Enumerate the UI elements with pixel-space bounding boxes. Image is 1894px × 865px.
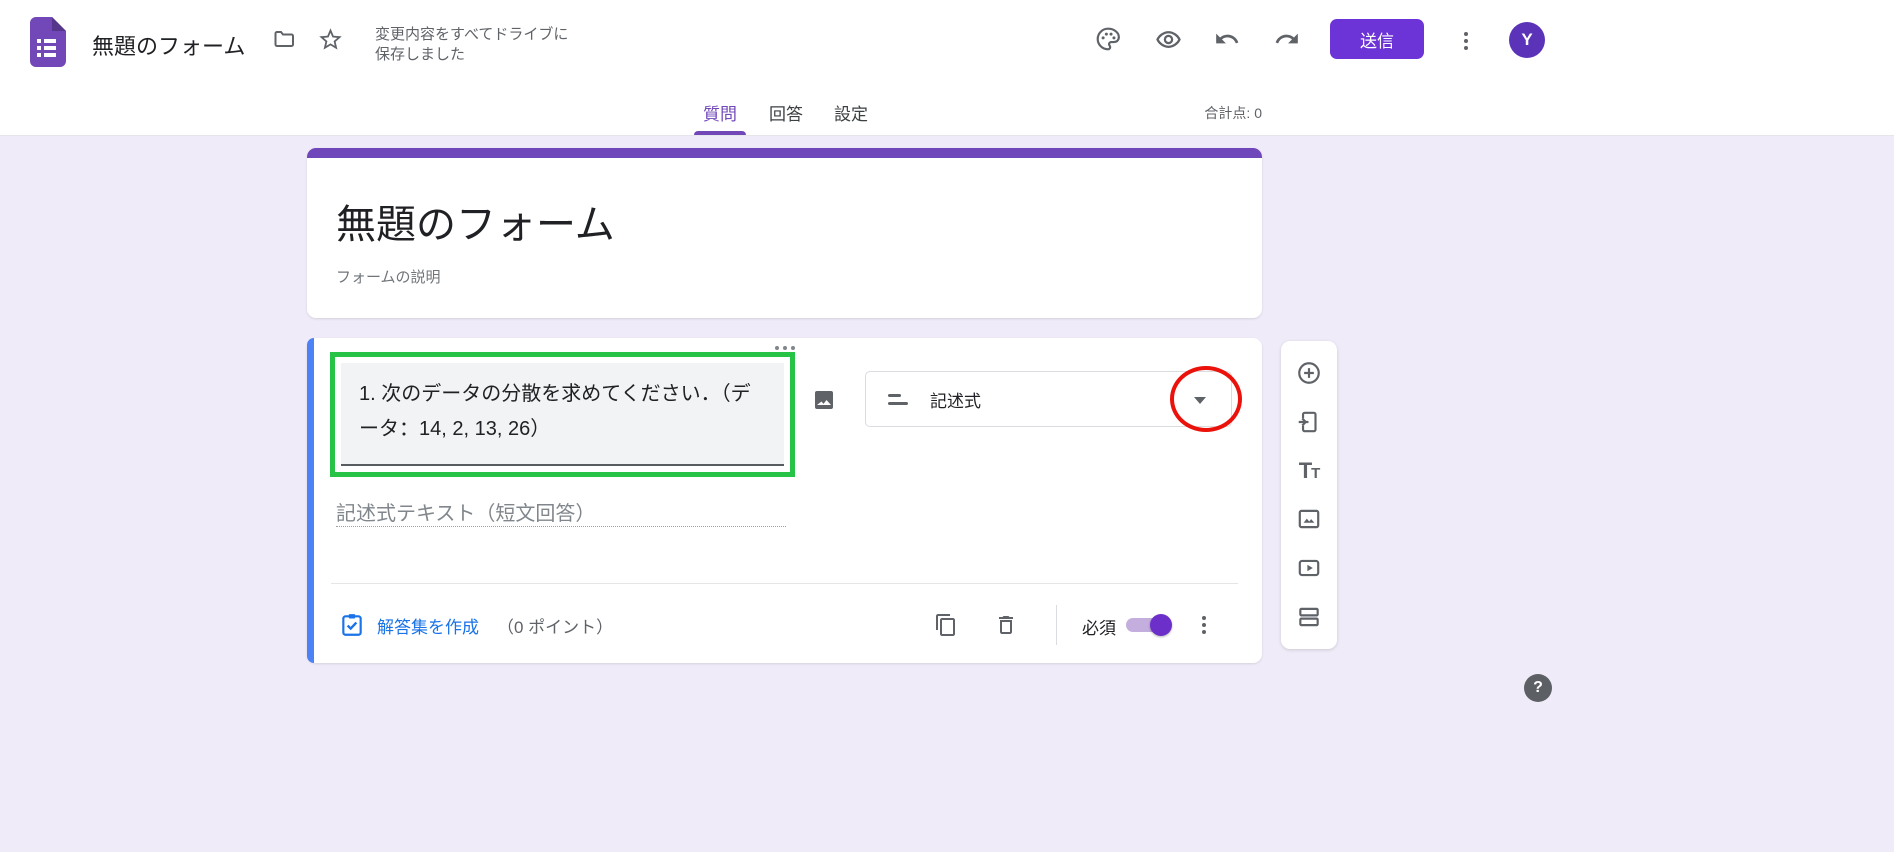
tab-questions[interactable]: 質問 <box>698 90 742 135</box>
answer-key-button[interactable] <box>335 608 369 642</box>
active-tab-underline <box>694 131 746 135</box>
card-divider <box>331 583 1238 584</box>
google-forms-editor: 無題のフォーム 変更内容をすべてドライブに 保存しました <box>0 0 1894 865</box>
green-annotation-box: 1. 次のデータの分散を求めてください．（デ ータ：14, 2, 13, 26） <box>330 352 795 477</box>
selected-question-indicator <box>307 338 314 663</box>
bottom-strip <box>0 852 1894 865</box>
duplicate-question-button[interactable] <box>927 606 965 644</box>
add-circle-icon <box>1296 360 1322 386</box>
preview-eye-icon <box>1155 26 1182 53</box>
redo-button[interactable] <box>1265 17 1309 61</box>
header: 無題のフォーム 変更内容をすべてドライブに 保存しました <box>0 0 1894 90</box>
theme-button[interactable] <box>1086 17 1130 61</box>
video-icon <box>1296 555 1322 581</box>
total-points: 合計点: 0 <box>1204 103 1262 123</box>
chevron-down-icon <box>1194 397 1206 404</box>
toggle-thumb <box>1150 614 1172 636</box>
answer-key-label[interactable]: 解答集を作成 <box>377 613 479 638</box>
forms-logo-icon[interactable] <box>26 17 66 67</box>
form-description-input[interactable]: フォームの説明 <box>336 266 441 287</box>
send-button[interactable]: 送信 <box>1330 19 1424 59</box>
required-toggle[interactable] <box>1125 612 1175 638</box>
tab-bar: 質問 回答 設定 合計点: 0 <box>0 90 1894 136</box>
form-title-input[interactable]: 無題のフォーム <box>336 192 615 250</box>
redo-icon <box>1274 26 1300 52</box>
question-type-dropdown[interactable]: 記述式 <box>865 371 1232 427</box>
question-title-line2: ータ：14, 2, 13, 26） <box>359 412 766 447</box>
image-icon <box>812 388 836 412</box>
image-icon <box>1296 506 1322 532</box>
question-title-line1: 1. 次のデータの分散を求めてください．（デ <box>359 377 766 412</box>
copy-icon <box>934 613 958 637</box>
drag-handle-icon[interactable] <box>307 346 1262 350</box>
short-answer-icon <box>888 391 912 409</box>
trash-icon <box>994 613 1018 637</box>
star-icon <box>317 26 344 53</box>
answer-underline <box>336 526 786 527</box>
account-avatar[interactable]: Y <box>1509 22 1545 58</box>
add-video-button[interactable] <box>1289 548 1329 588</box>
help-button[interactable]: ? <box>1524 674 1552 702</box>
document-title[interactable]: 無題のフォーム <box>92 0 245 90</box>
short-answer-placeholder[interactable]: 記述式テキスト（短文回答） <box>336 497 595 526</box>
points-label: （0 ポイント） <box>497 613 613 638</box>
form-title-card: 無題のフォーム フォームの説明 <box>307 148 1262 318</box>
title-text-icon: TT <box>1299 458 1320 484</box>
delete-question-button[interactable] <box>987 606 1025 644</box>
star-button[interactable] <box>308 17 352 61</box>
help-icon: ? <box>1533 679 1543 697</box>
question-card: 1. 次のデータの分散を求めてください．（デ ータ：14, 2, 13, 26）… <box>307 338 1262 663</box>
insert-toolbar: TT <box>1281 341 1337 649</box>
add-section-button[interactable] <box>1289 597 1329 637</box>
theme-color-bar <box>307 148 1262 158</box>
header-more-button[interactable] <box>1446 21 1486 61</box>
tab-settings[interactable]: 設定 <box>829 90 873 135</box>
add-image-button[interactable] <box>1289 499 1329 539</box>
question-type-label: 記述式 <box>930 372 981 426</box>
question-more-button[interactable] <box>1185 606 1223 644</box>
import-questions-icon <box>1296 409 1322 435</box>
undo-icon <box>1214 26 1240 52</box>
answer-key-icon <box>339 612 365 638</box>
required-label: 必須 <box>1082 614 1116 639</box>
undo-button[interactable] <box>1205 17 1249 61</box>
footer-separator <box>1056 605 1057 645</box>
move-folder-button[interactable] <box>262 17 306 61</box>
form-canvas: 無題のフォーム フォームの説明 1. 次のデータの分散を求めてください．（デ ー… <box>0 136 1894 852</box>
kebab-menu-icon <box>1454 29 1478 53</box>
folder-icon <box>272 27 296 51</box>
section-icon <box>1296 604 1322 630</box>
add-question-image-button[interactable] <box>804 380 844 420</box>
save-status: 変更内容をすべてドライブに 保存しました <box>375 25 568 65</box>
question-title-input[interactable]: 1. 次のデータの分散を求めてください．（デ ータ：14, 2, 13, 26） <box>341 363 784 466</box>
tab-responses[interactable]: 回答 <box>764 90 808 135</box>
palette-icon <box>1095 26 1121 52</box>
add-question-button[interactable] <box>1289 353 1329 393</box>
add-title-text-button[interactable]: TT <box>1289 451 1329 491</box>
preview-button[interactable] <box>1146 17 1190 61</box>
import-questions-button[interactable] <box>1289 402 1329 442</box>
kebab-menu-icon <box>1192 613 1216 637</box>
